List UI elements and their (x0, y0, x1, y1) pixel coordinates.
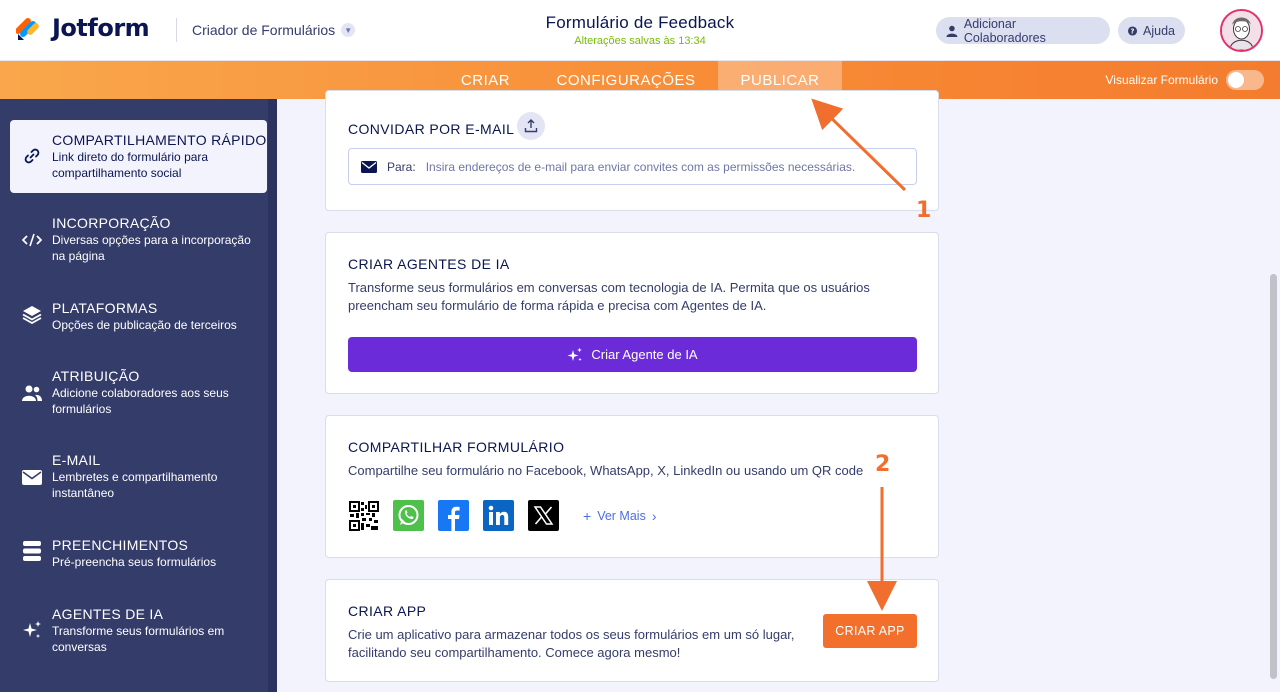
sidebar-item-title: INCORPORAÇÃO (52, 215, 171, 231)
avatar[interactable] (1220, 9, 1263, 52)
create-app-button[interactable]: CRIAR APP (823, 614, 917, 648)
main-scrollbar[interactable] (1267, 99, 1280, 692)
ai-agents-card: CRIAR AGENTES DE IA Transforme seus form… (325, 232, 939, 394)
help-icon: ? (1128, 25, 1138, 35)
sidebar-item-platforms[interactable]: PLATAFORMAS Opções de publicação de terc… (10, 289, 267, 349)
sidebar-item-assign[interactable]: ATRIBUIÇÃO Adicione colaboradores aos se… (10, 357, 267, 425)
sidebar-item-title: PREENCHIMENTOS (52, 537, 189, 553)
whatsapp-icon[interactable] (393, 500, 424, 531)
layers-icon (22, 304, 42, 324)
sidebar-item-title: PLATAFORMAS (52, 300, 158, 316)
email-placeholder: Insira endereços de e-mail para enviar c… (425, 159, 856, 174)
avatar-illustration-icon (1222, 11, 1261, 50)
envelope-icon (361, 160, 377, 173)
email-invite-field[interactable]: Para: Insira endereços de e-mail para en… (348, 148, 917, 185)
share-form-card: COMPARTILHAR FORMULÁRIO Compartilhe seu … (325, 415, 939, 558)
svg-text:?: ? (1131, 27, 1135, 35)
sidebar-item-prefill[interactable]: PREENCHIMENTOS Pré-preencha seus formulá… (10, 526, 267, 586)
create-app-text: Crie um aplicativo para armazenar todos … (348, 627, 795, 660)
publish-sidebar: COMPARTILHAMENTO RÁPIDO Link direto do f… (0, 99, 277, 692)
add-collaborators-label: Adicionar Colaboradores (963, 16, 1046, 45)
top-header: Jotform Criador de Formulários ▼ Formulá… (0, 0, 1280, 61)
see-more-link[interactable]: + Ver Mais › (583, 508, 657, 524)
social-share-row: + Ver Mais › (348, 500, 657, 531)
create-ai-agent-label: Criar Agente de IA (591, 347, 698, 362)
create-ai-agent-button[interactable]: Criar Agente de IA (348, 337, 917, 372)
annotation-number-2: 2 (875, 452, 891, 477)
see-more-label: Ver Mais (597, 508, 646, 523)
sidebar-item-desc: Opções de publicação de terceiros (52, 318, 237, 332)
upload-button[interactable] (517, 112, 545, 140)
email-to-label: Para: (387, 159, 416, 174)
sidebar-item-desc: Diversas opções para a incorporação na p… (52, 233, 251, 263)
sidebar-item-email[interactable]: E-MAIL Lembretes e compartilhamento inst… (10, 441, 267, 509)
sidebar-item-title: ATRIBUIÇÃO (52, 368, 140, 384)
create-app-title: CRIAR APP (348, 603, 427, 619)
sidebar-item-desc: Link direto do formulário para compartil… (52, 150, 209, 180)
link-icon (22, 146, 42, 166)
plus-icon: + (583, 507, 592, 524)
annotation-number-1: 1 (916, 198, 932, 223)
create-app-card: CRIAR APP Crie um aplicativo para armaze… (325, 579, 939, 682)
sparkle-icon (22, 620, 42, 640)
sidebar-scrollbar[interactable] (268, 99, 277, 692)
user-icon (946, 25, 958, 37)
preview-form-label: Visualizar Formulário (1105, 73, 1218, 87)
ai-agents-text: Transforme seus formulários em conversas… (348, 280, 870, 313)
chevron-right-icon: › (651, 507, 657, 524)
envelope-icon (22, 467, 42, 487)
preview-toggle[interactable] (1226, 70, 1264, 90)
sidebar-item-desc: Lembretes e compartilhamento instantâneo (52, 470, 218, 500)
ai-agents-title: CRIAR AGENTES DE IA (348, 256, 510, 272)
sidebar-item-desc: Adicione colaboradores aos seus formulár… (52, 386, 229, 416)
sidebar-item-desc: Transforme seus formulários em conversas (52, 624, 225, 654)
sidebar-item-ai-agents[interactable]: AGENTES DE IA Transforme seus formulário… (10, 595, 267, 663)
qr-code-icon[interactable] (348, 500, 379, 531)
users-icon (22, 383, 42, 403)
sidebar-item-desc: Pré-preencha seus formulários (52, 555, 217, 569)
share-form-title: COMPARTILHAR FORMULÁRIO (348, 439, 565, 455)
sidebar-item-title: COMPARTILHAMENTO RÁPIDO (52, 132, 267, 148)
help-button[interactable]: ? Ajuda (1118, 17, 1185, 44)
share-form-text: Compartilhe seu formulário no Facebook, … (348, 463, 864, 478)
sidebar-item-title: AGENTES DE IA (52, 606, 164, 622)
upload-icon (524, 119, 538, 133)
invite-email-title: CONVIDAR POR E-MAIL (348, 121, 515, 137)
sidebar-item-title: E-MAIL (52, 452, 101, 468)
preview-form-toggle-group[interactable]: Visualizar Formulário (1106, 70, 1264, 90)
sidebar-item-quick-share[interactable]: COMPARTILHAMENTO RÁPIDO Link direto do f… (10, 120, 267, 193)
facebook-icon[interactable] (438, 500, 469, 531)
x-twitter-icon[interactable] (528, 500, 559, 531)
code-icon (22, 230, 42, 250)
invite-email-card: CONVIDAR POR E-MAIL Para: Insira endereç… (325, 90, 939, 211)
scrollbar-thumb[interactable] (1270, 274, 1277, 679)
linkedin-icon[interactable] (483, 500, 514, 531)
help-label: Ajuda (1143, 23, 1175, 38)
stack-icon (22, 541, 42, 561)
add-collaborators-button[interactable]: Adicionar Colaboradores (936, 16, 1110, 45)
sparkle-icon (567, 347, 583, 361)
sidebar-item-embed[interactable]: INCORPORAÇÃO Diversas opções para a inco… (10, 204, 267, 272)
